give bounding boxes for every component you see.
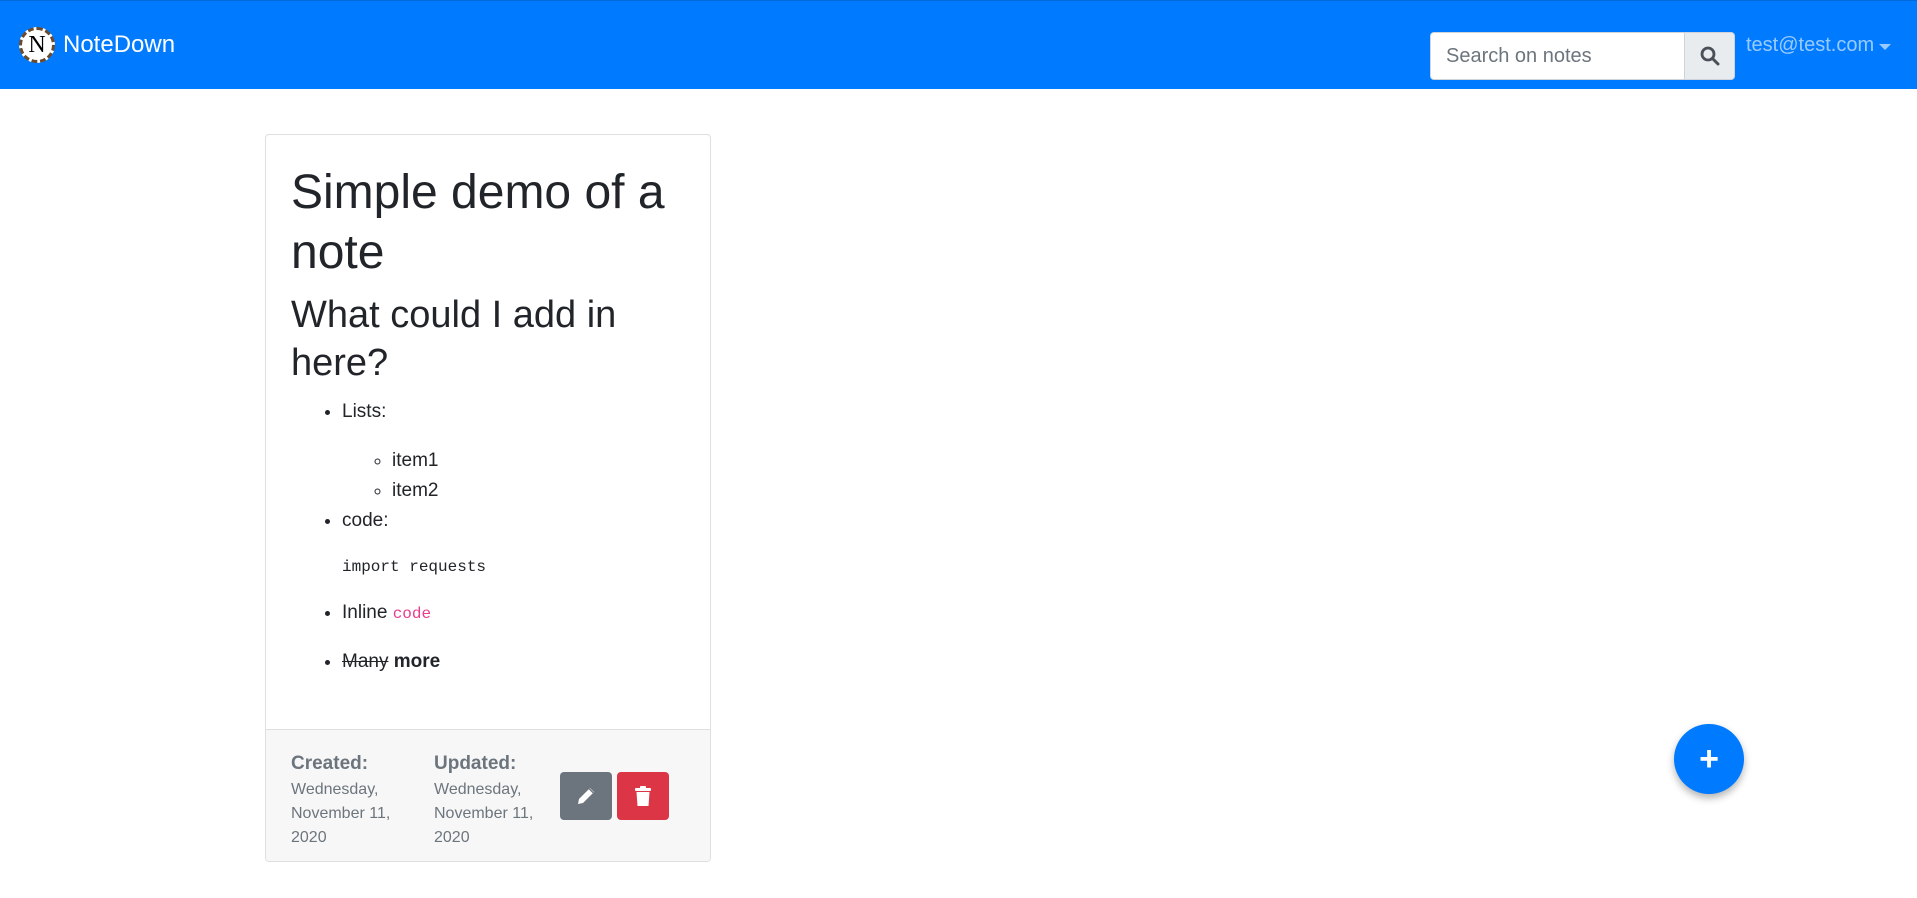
- plus-icon: +: [1699, 739, 1719, 778]
- code-block: import requests: [342, 558, 487, 576]
- note-list: Lists: item1 item2 code: import requests…: [291, 397, 685, 677]
- list-item: Many more: [342, 647, 685, 677]
- strikethrough-text: Many: [342, 651, 389, 672]
- nested-list: item1 item2: [342, 446, 685, 506]
- brand-name: NoteDown: [63, 31, 176, 58]
- user-dropdown-toggle[interactable]: test@test.com: [1746, 34, 1892, 57]
- navbar: N NoteDown test@test.com: [0, 0, 1917, 89]
- code-label: code:: [342, 510, 389, 531]
- search-input[interactable]: [1430, 32, 1684, 80]
- note-card: Simple demo of a note What could I add i…: [265, 134, 711, 862]
- note-body: Simple demo of a note What could I add i…: [266, 135, 710, 729]
- updated-label: Updated:: [434, 753, 517, 774]
- caret-down-icon: [1879, 43, 1892, 50]
- trash-icon: [635, 786, 651, 806]
- search-icon: [1700, 46, 1719, 66]
- delete-note-button[interactable]: [617, 772, 669, 820]
- updated-date: Wednesday, November 11, 2020: [434, 781, 534, 846]
- updated-meta: Updated: Wednesday, November 11, 2020: [434, 750, 549, 850]
- list-item: Inline code: [342, 598, 685, 629]
- note-footer: Created: Wednesday, November 11, 2020 Up…: [266, 729, 710, 861]
- search-button[interactable]: [1684, 32, 1735, 80]
- created-date: Wednesday, November 11, 2020: [291, 781, 391, 846]
- created-meta: Created: Wednesday, November 11, 2020: [291, 750, 406, 850]
- pencil-icon: [578, 788, 594, 804]
- created-label: Created:: [291, 753, 369, 774]
- note-title: Simple demo of a note: [291, 166, 665, 279]
- search-form: [1430, 32, 1735, 80]
- nested-list-item: item2: [392, 476, 685, 506]
- brand-link[interactable]: N NoteDown: [19, 27, 175, 63]
- list-item: Lists: item1 item2: [342, 397, 685, 506]
- user-email: test@test.com: [1746, 34, 1875, 56]
- list-item: code: import requests: [342, 506, 685, 579]
- lists-label: Lists:: [342, 401, 387, 422]
- bold-text: more: [393, 651, 441, 672]
- note-subtitle: What could I add in here?: [291, 294, 617, 384]
- logo-letter: N: [28, 32, 46, 58]
- edit-note-button[interactable]: [560, 772, 612, 820]
- notedown-logo-icon: N: [19, 27, 55, 63]
- inline-prefix: Inline: [342, 602, 393, 623]
- nested-list-item: item1: [392, 446, 685, 476]
- inline-code: code: [392, 605, 432, 623]
- add-note-button[interactable]: +: [1674, 724, 1744, 794]
